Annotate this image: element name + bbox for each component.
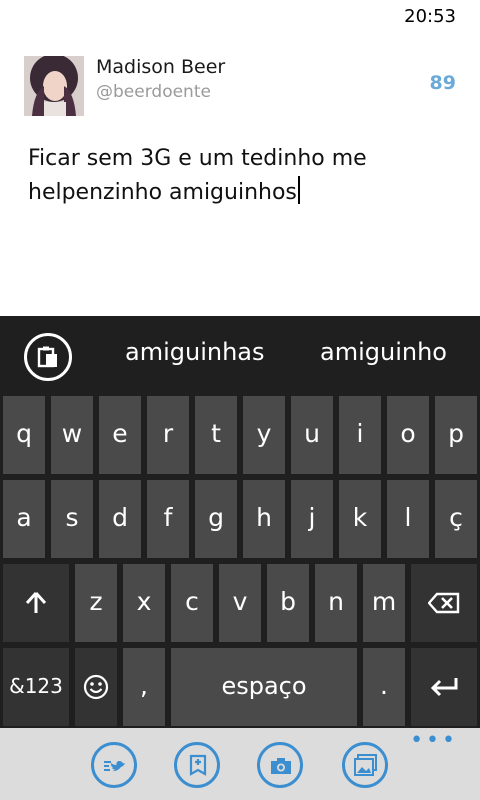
shift-arrow-icon <box>25 587 47 616</box>
key-k[interactable]: k <box>339 480 381 558</box>
avatar <box>24 56 84 116</box>
key-x[interactable]: x <box>123 564 165 642</box>
key-s[interactable]: s <box>51 480 93 558</box>
smiley-icon <box>83 671 109 700</box>
status-time: 20:53 <box>404 6 456 27</box>
key-j[interactable]: j <box>291 480 333 558</box>
key-i[interactable]: i <box>339 396 381 474</box>
period-key[interactable]: . <box>363 648 405 726</box>
account-name: Madison Beer <box>96 56 226 78</box>
key-e[interactable]: e <box>99 396 141 474</box>
draft-button[interactable] <box>174 742 220 788</box>
more-options-button[interactable]: ••• <box>410 730 458 752</box>
key-l[interactable]: l <box>387 480 429 558</box>
clipboard-button[interactable] <box>24 333 72 381</box>
key-o[interactable]: o <box>387 396 429 474</box>
key-d[interactable]: d <box>99 480 141 558</box>
key-q[interactable]: q <box>3 396 45 474</box>
backspace-icon <box>427 587 460 616</box>
key-c[interactable]: c <box>171 564 213 642</box>
enter-arrow-icon <box>429 671 459 700</box>
key-v[interactable]: v <box>219 564 261 642</box>
symbols-key[interactable]: &123 <box>3 648 69 726</box>
on-screen-keyboard: amiguinhas amiguinho q w e r t y u i o p… <box>0 316 480 728</box>
key-t[interactable]: t <box>195 396 237 474</box>
key-w[interactable]: w <box>51 396 93 474</box>
tweet-text: Ficar sem 3G e um tedinho me helpenzinho… <box>28 146 367 205</box>
key-c-cedilla[interactable]: ç <box>435 480 477 558</box>
gallery-button[interactable] <box>342 742 388 788</box>
app-bar: ••• <box>0 728 480 800</box>
space-key[interactable]: espaço <box>171 648 357 726</box>
account-header: Madison Beer @beerdoente 89 <box>24 56 456 118</box>
text-cursor <box>297 176 300 204</box>
suggestion-1[interactable]: amiguinhas <box>125 338 265 366</box>
comma-key[interactable]: , <box>123 648 165 726</box>
key-g[interactable]: g <box>195 480 237 558</box>
character-counter: 89 <box>429 72 456 94</box>
emoji-key[interactable] <box>75 648 117 726</box>
key-m[interactable]: m <box>363 564 405 642</box>
backspace-key[interactable] <box>411 564 477 642</box>
key-p[interactable]: p <box>435 396 477 474</box>
status-bar: 20:53 <box>0 0 480 34</box>
key-z[interactable]: z <box>75 564 117 642</box>
camera-button[interactable] <box>257 742 303 788</box>
key-a[interactable]: a <box>3 480 45 558</box>
tweet-compose-field[interactable]: Ficar sem 3G e um tedinho me helpenzinho… <box>28 142 448 210</box>
key-f[interactable]: f <box>147 480 189 558</box>
suggestion-bar: amiguinhas amiguinho <box>0 316 480 394</box>
key-n[interactable]: n <box>315 564 357 642</box>
suggestion-2[interactable]: amiguinho <box>320 338 447 366</box>
key-b[interactable]: b <box>267 564 309 642</box>
key-y[interactable]: y <box>243 396 285 474</box>
key-r[interactable]: r <box>147 396 189 474</box>
key-u[interactable]: u <box>291 396 333 474</box>
enter-key[interactable] <box>411 648 477 726</box>
shift-key[interactable] <box>3 564 69 642</box>
key-h[interactable]: h <box>243 480 285 558</box>
mention-button[interactable] <box>91 742 137 788</box>
account-handle: @beerdoente <box>96 82 211 102</box>
